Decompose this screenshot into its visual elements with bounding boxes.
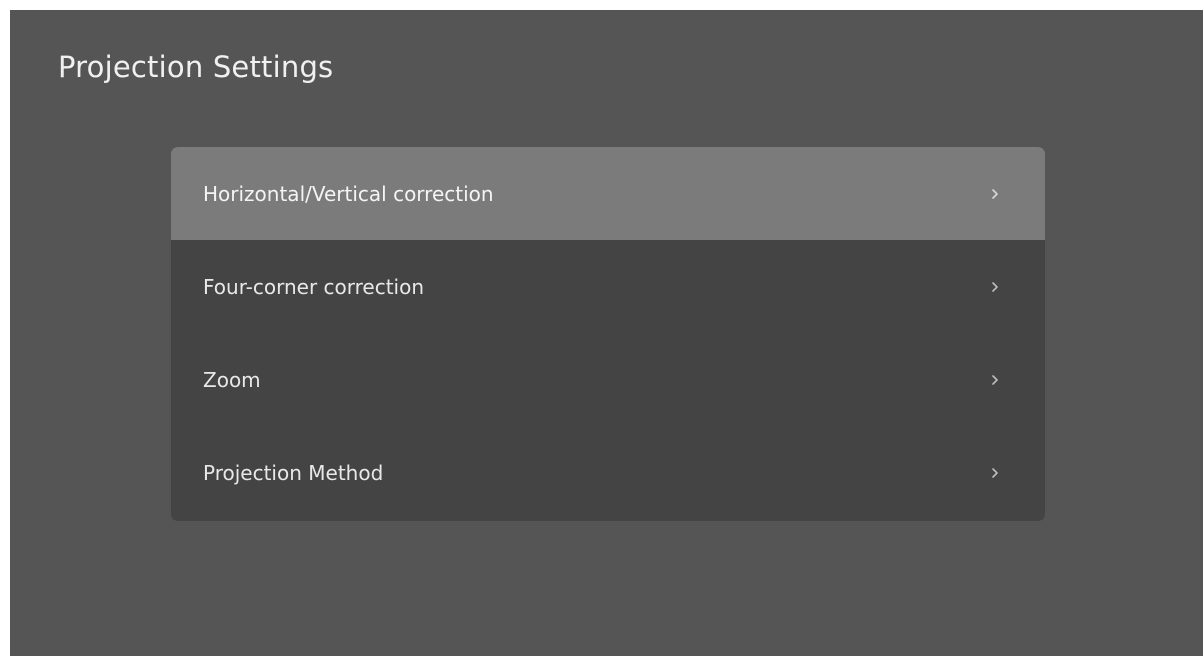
chevron-right-icon	[987, 372, 1003, 388]
menu-item-label: Horizontal/Vertical correction	[203, 181, 494, 206]
projection-settings-screen: Projection Settings Horizontal/Vertical …	[10, 10, 1203, 656]
menu-item-label: Projection Method	[203, 460, 384, 485]
page-title: Projection Settings	[58, 50, 334, 84]
chevron-right-icon	[987, 279, 1003, 295]
menu-item-four-corner-correction[interactable]: Four-corner correction	[171, 240, 1045, 333]
chevron-right-icon	[987, 465, 1003, 481]
menu-item-label: Four-corner correction	[203, 274, 425, 299]
settings-menu: Horizontal/Vertical correction Four-corn…	[171, 147, 1045, 521]
menu-item-label: Zoom	[203, 367, 261, 392]
chevron-right-icon	[987, 186, 1003, 202]
menu-item-zoom[interactable]: Zoom	[171, 333, 1045, 426]
menu-item-projection-method[interactable]: Projection Method	[171, 426, 1045, 519]
menu-item-horizontal-vertical-correction[interactable]: Horizontal/Vertical correction	[171, 147, 1045, 240]
